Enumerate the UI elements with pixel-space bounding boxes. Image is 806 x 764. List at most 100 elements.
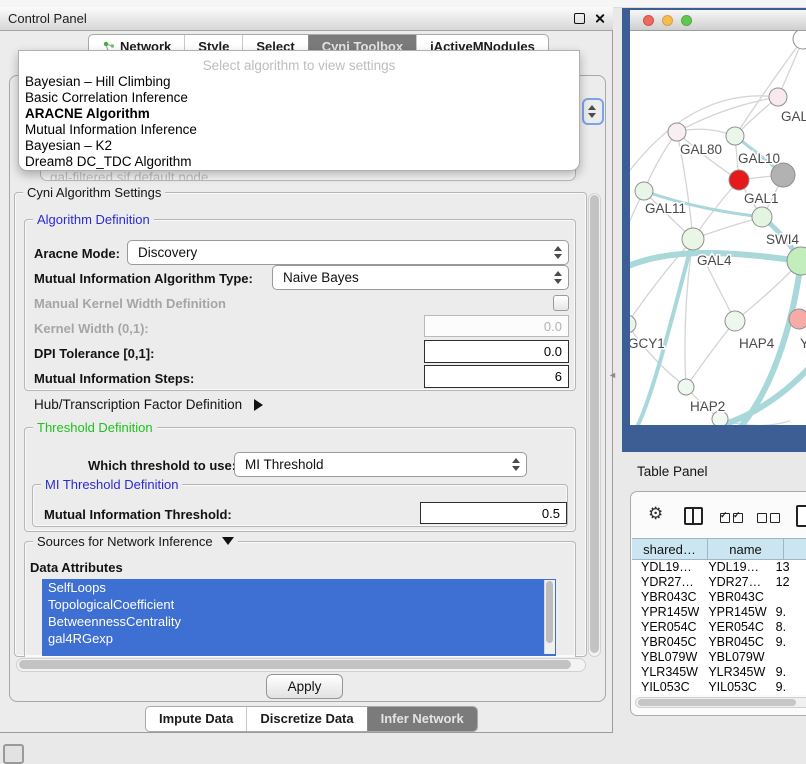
collapsed-panel-icon[interactable] <box>3 744 24 764</box>
table-cell <box>767 590 806 605</box>
expander-expanded-icon <box>222 537 234 545</box>
table-cell <box>767 650 806 665</box>
mac-zoom-icon[interactable] <box>681 15 692 26</box>
network-node-label: GAL10 <box>738 151 780 166</box>
mac-minimize-icon[interactable] <box>662 15 673 26</box>
splitter-collapse-icon[interactable]: ◄ <box>608 370 617 380</box>
network-edge[interactable] <box>630 96 778 181</box>
network-node[interactable] <box>793 31 806 49</box>
table-row[interactable]: YIL053CYIL053C9. <box>632 680 806 695</box>
network-node[interactable] <box>771 163 795 187</box>
columns-icon[interactable] <box>684 507 703 525</box>
table-horizontal-scrollbar[interactable] <box>635 697 806 708</box>
data-attributes-list[interactable]: SelfLoopsTopologicalCoefficientBetweenne… <box>42 579 556 656</box>
mi-steps-label: Mutual Information Steps: <box>34 371 194 386</box>
network-node[interactable] <box>729 170 749 190</box>
new-table-icon[interactable] <box>796 505 806 527</box>
select-all-icon[interactable] <box>720 510 746 528</box>
dropdown-item[interactable]: ARACNE Algorithm <box>19 106 579 122</box>
network-node[interactable] <box>668 123 686 141</box>
table-row[interactable]: YBL079WYBL079W <box>632 650 806 665</box>
hub-expander[interactable]: Hub/Transcription Factor Definition <box>34 397 263 412</box>
dropdown-item[interactable]: Basic Correlation Inference <box>19 90 579 106</box>
table-cell: 13 <box>767 560 806 575</box>
table-cell: YBR043C <box>632 590 699 605</box>
network-edge[interactable] <box>644 132 677 191</box>
algorithm-combo-spinner[interactable] <box>582 98 604 125</box>
table-row[interactable]: YDR27…YDR27…12 <box>632 575 806 590</box>
spinner-icon <box>554 246 562 259</box>
mi-threshold-field[interactable]: 0.5 <box>420 502 567 524</box>
network-node[interactable] <box>752 207 772 227</box>
network-node[interactable] <box>769 88 787 106</box>
table-column-header[interactable]: shared… <box>632 538 708 560</box>
network-canvas[interactable]: GALGAL80GAL10GAL1GAL11SWI4GAL4GCY1HAP4YH… <box>630 31 806 425</box>
which-threshold-select[interactable]: MI Threshold <box>234 452 527 477</box>
float-panel-icon[interactable] <box>574 13 585 24</box>
table-cell: YER054C <box>699 620 766 635</box>
deselect-all-icon[interactable] <box>757 510 783 528</box>
network-node-label: GAL4 <box>697 253 732 268</box>
tab-label: Infer Network <box>381 707 464 731</box>
network-node[interactable] <box>682 228 704 250</box>
attribute-list-item-partial[interactable] <box>42 647 556 656</box>
attribute-list-item[interactable]: gal4RGexp <box>42 630 556 647</box>
mi-algorithm-type-select[interactable]: Naive Bayes <box>272 265 569 290</box>
mi-algorithm-type-value: Naive Bayes <box>283 270 359 285</box>
network-node[interactable] <box>635 182 653 200</box>
table-row[interactable]: YPR145WYPR145W9. <box>632 605 806 620</box>
tab-impute-data[interactable]: Impute Data <box>146 707 246 731</box>
sources-group-title[interactable]: Sources for Network Inference <box>33 534 238 549</box>
table-column-header[interactable]: name <box>708 538 784 560</box>
apply-button[interactable]: Apply <box>266 674 343 699</box>
network-window-titlebar[interactable] <box>630 10 806 31</box>
table-row[interactable]: YDL19…YDL19…13 <box>632 560 806 575</box>
control-panel-title: Control Panel <box>8 11 87 26</box>
dpi-tolerance-field[interactable]: 0.0 <box>424 340 569 363</box>
dropdown-item[interactable]: Bayesian – K2 <box>19 138 579 154</box>
table-row[interactable]: YER054CYER054C8. <box>632 620 806 635</box>
tab-label: Impute Data <box>159 707 233 731</box>
network-node[interactable] <box>630 315 636 333</box>
gear-icon[interactable]: ⚙ <box>648 504 663 524</box>
table-column-header[interactable]: A <box>784 538 806 560</box>
threshold-definition-title: Threshold Definition <box>33 420 157 435</box>
network-node[interactable] <box>789 309 806 329</box>
settings-horizontal-scrollbar[interactable] <box>16 658 586 672</box>
kernel-width-field: 0.0 <box>424 315 569 337</box>
spinner-icon <box>554 271 562 284</box>
table-cell: 12 <box>767 575 806 590</box>
mi-steps-field[interactable]: 6 <box>424 365 569 388</box>
close-panel-icon[interactable] <box>594 13 605 24</box>
attribute-list-item[interactable]: BetweennessCentrality <box>42 613 556 630</box>
aracne-mode-select[interactable]: Discovery <box>127 240 569 265</box>
network-node[interactable] <box>678 379 694 395</box>
expander-collapsed-icon <box>254 399 263 411</box>
tab-discretize-data[interactable]: Discretize Data <box>246 707 366 731</box>
table-row[interactable]: YLR345WYLR345W9. <box>632 665 806 680</box>
network-node[interactable] <box>725 311 745 331</box>
table-body: YDL19…YDL19…13YDR27…YDR27…12YBR043CYBR04… <box>632 560 806 695</box>
dropdown-item[interactable]: Mutual Information Inference <box>19 122 579 138</box>
dropdown-item[interactable]: Dream8 DC_TDC Algorithm <box>19 154 579 170</box>
tab-infer-network[interactable]: Infer Network <box>367 707 477 731</box>
manual-kernel-width-checkbox[interactable] <box>553 295 569 311</box>
table-cell: YPR145W <box>632 605 699 620</box>
mac-close-icon[interactable] <box>643 15 654 26</box>
table-cell: YLR345W <box>632 665 699 680</box>
attributes-list-scrollbar[interactable] <box>544 580 555 654</box>
table-row[interactable]: YBR043CYBR043C <box>632 590 806 605</box>
table-row[interactable]: YBR045CYBR045C9. <box>632 635 806 650</box>
dropdown-item[interactable]: Bayesian – Hill Climbing <box>19 74 579 90</box>
network-node[interactable] <box>726 127 744 145</box>
network-edge[interactable] <box>630 324 686 387</box>
hub-expander-label: Hub/Transcription Factor Definition <box>34 397 242 412</box>
table-cell: YLR345W <box>699 665 766 680</box>
settings-vertical-scrollbar[interactable] <box>588 193 601 657</box>
table-cell: YDR27… <box>632 575 699 590</box>
attribute-list-item[interactable]: TopologicalCoefficient <box>42 596 556 613</box>
network-node[interactable] <box>787 247 806 275</box>
attribute-list-item[interactable]: SelfLoops <box>42 579 556 596</box>
mi-threshold-label: Mutual Information Threshold: <box>44 507 232 522</box>
network-edge[interactable] <box>686 321 735 387</box>
